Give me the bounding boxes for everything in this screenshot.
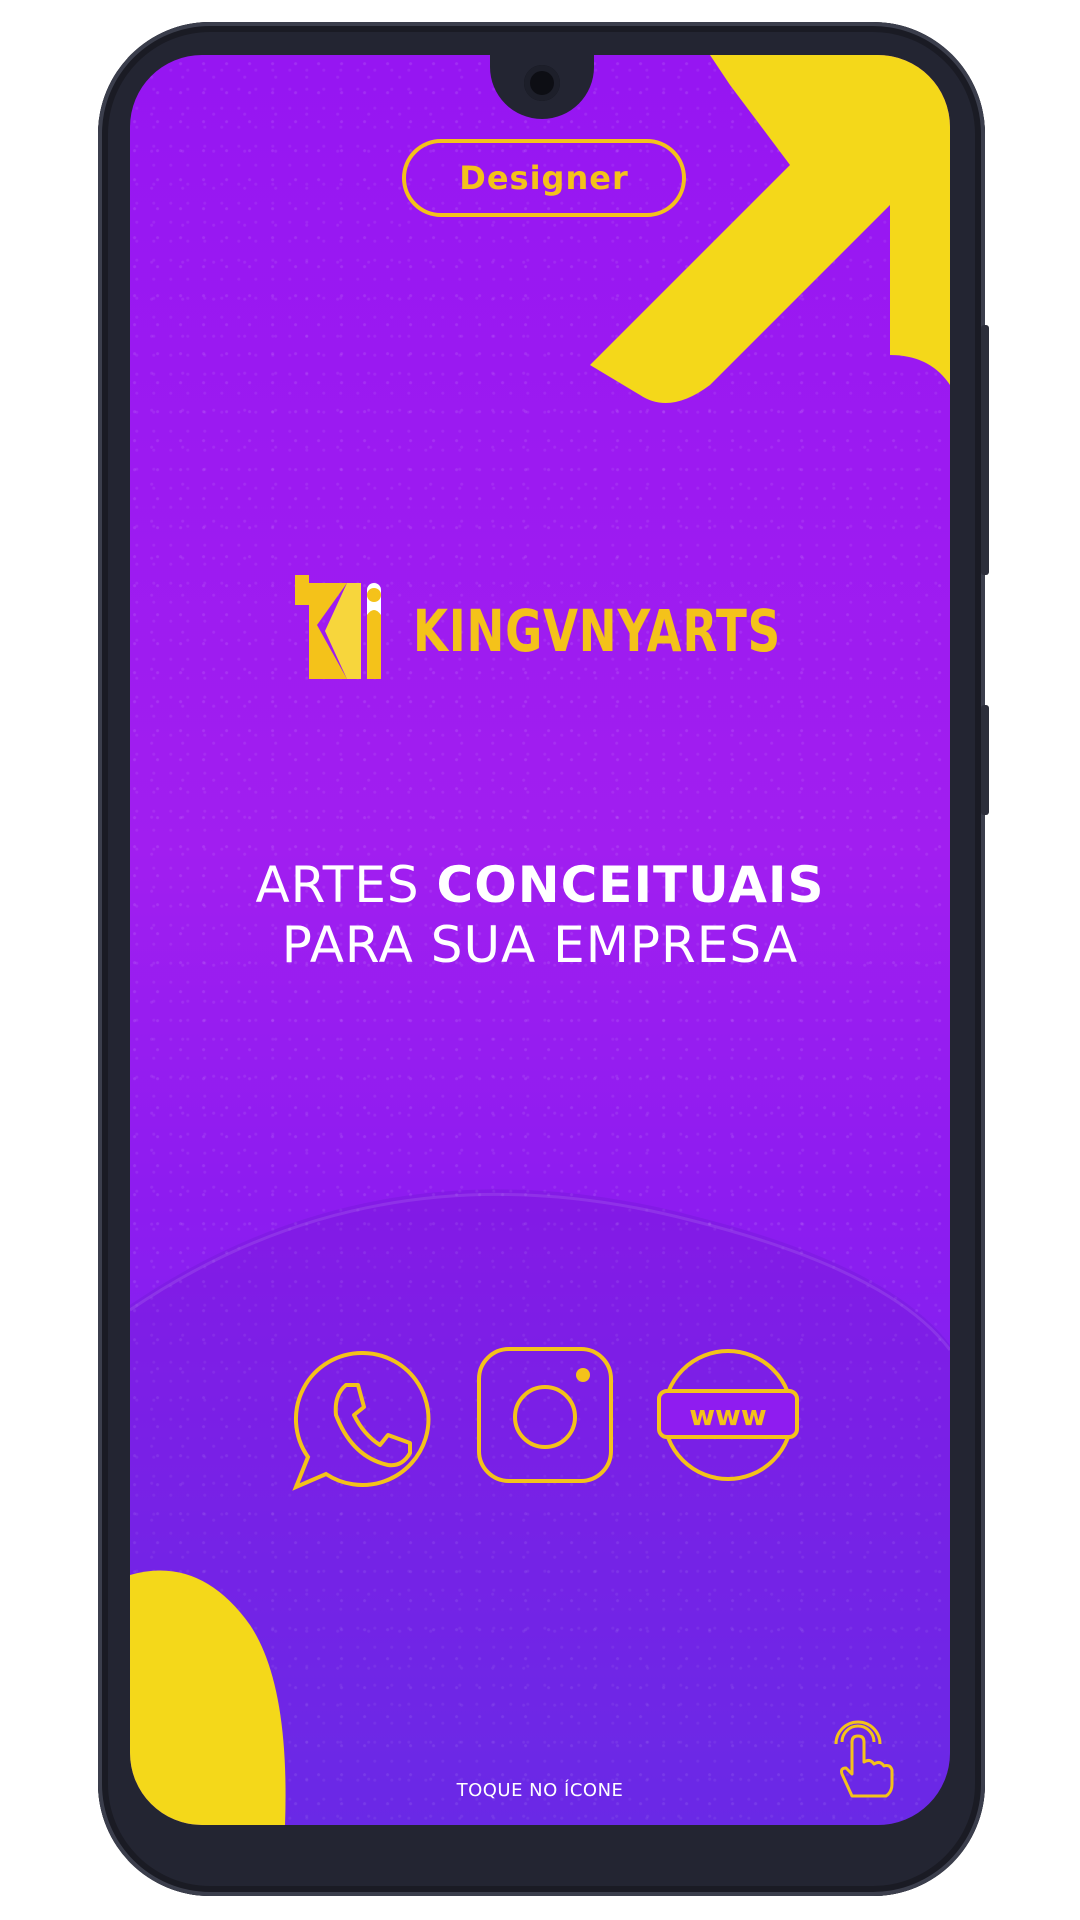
tap-hint: TOQUE NO ÍCONE [456,1780,624,1801]
volume-button [981,325,989,575]
arrow-shape [590,55,950,403]
brand-name: KINGVNYARTS [413,597,782,665]
website-icon-label: www [689,1399,767,1432]
power-button [981,705,989,815]
brand-logo: KINGVNYARTS [295,575,885,687]
tagline-line-1: ARTES CONCEITUAIS [130,855,950,915]
designer-badge[interactable]: Designer [402,139,686,217]
website-icon[interactable]: www [655,1345,801,1485]
phone-screen: Designer KINGVNYARTS ARTES CONCEITUAIS P… [130,55,950,1825]
designer-badge-label: Designer [459,159,629,197]
tagline-bold: CONCEITUAIS [436,856,825,914]
tagline-regular: ARTES [255,856,437,914]
tagline-line-2: PARA SUA EMPRESA [281,916,799,974]
tagline: ARTES CONCEITUAIS PARA SUA EMPRESA [130,855,950,975]
hand-tap-icon [834,1720,894,1798]
brand-mark-icon [295,575,381,679]
front-camera [524,65,560,101]
whatsapp-icon[interactable] [288,1345,438,1495]
instagram-icon[interactable] [475,1345,615,1485]
